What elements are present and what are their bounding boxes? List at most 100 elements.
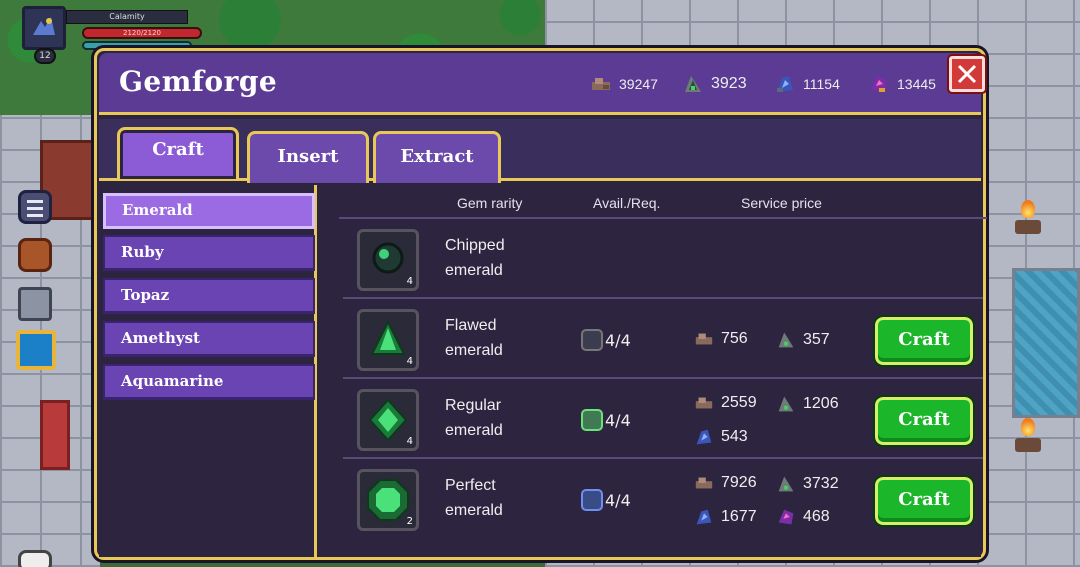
gem-slot[interactable]: 4 bbox=[357, 389, 419, 451]
craft-button[interactable]: Craft bbox=[873, 395, 975, 447]
currency-blue-shard: 11154 bbox=[773, 71, 840, 97]
price-ore-dust: 7926 bbox=[693, 473, 757, 493]
player-name: Calamity bbox=[66, 10, 188, 24]
price-value: 756 bbox=[721, 330, 748, 347]
header-gem-rarity: Gem rarity bbox=[457, 195, 523, 211]
gem-name-line2: emerald bbox=[445, 422, 503, 439]
inventory-chest-button[interactable] bbox=[18, 238, 52, 272]
requirement-value: 4/4 bbox=[605, 490, 631, 510]
gem-name: Chipped emerald bbox=[445, 233, 565, 283]
title-bar: Gemforge 39247 3923 11154 13445 bbox=[99, 53, 987, 115]
gem-name-line2: emerald bbox=[445, 342, 503, 359]
price-value: 2559 bbox=[721, 394, 757, 411]
price-value: 3732 bbox=[803, 475, 839, 492]
gem-slot[interactable]: 4 bbox=[357, 229, 419, 291]
green-shard-icon bbox=[778, 396, 794, 412]
gem-count: 2 bbox=[406, 516, 413, 527]
blue-shard-icon bbox=[696, 509, 712, 525]
tab-insert[interactable]: Insert bbox=[247, 131, 369, 183]
currency-value: 3923 bbox=[711, 75, 747, 92]
table-row: 4 Chipped emerald bbox=[343, 221, 983, 299]
craft-button[interactable]: Craft bbox=[873, 315, 975, 367]
player-avatar-icon bbox=[33, 17, 55, 35]
flawed-emerald-icon bbox=[581, 409, 603, 431]
gem-name: Regular emerald bbox=[445, 393, 565, 443]
header-service-price: Service price bbox=[741, 195, 822, 211]
requirement: 4/4 bbox=[581, 409, 631, 431]
gem-item-amethyst[interactable]: Amethyst bbox=[103, 321, 315, 357]
currency-green-shard: 3923 bbox=[681, 71, 747, 97]
player-level-badge: 12 bbox=[34, 48, 56, 64]
price-value: 543 bbox=[721, 428, 748, 445]
header-avail-req: Avail./Req. bbox=[593, 195, 661, 211]
ore-dust-icon bbox=[695, 397, 713, 409]
regular-emerald-icon bbox=[581, 489, 603, 511]
price-ore-dust: 2559 bbox=[693, 393, 757, 413]
tab-craft[interactable]: Craft bbox=[117, 127, 239, 179]
window-title: Gemforge bbox=[119, 65, 278, 98]
gem-slot[interactable]: 4 bbox=[357, 309, 419, 371]
gem-name-line1: Chipped bbox=[445, 237, 505, 254]
brazier-flame-icon bbox=[1015, 200, 1041, 240]
gem-name-line1: Regular bbox=[445, 397, 502, 414]
header-divider bbox=[339, 217, 987, 219]
price-green-shard: 357 bbox=[775, 329, 830, 351]
player-portrait[interactable] bbox=[22, 6, 66, 50]
price-value: 7926 bbox=[721, 474, 757, 491]
fountain-water bbox=[1012, 268, 1080, 418]
currency-ore-dust: 39247 bbox=[589, 71, 658, 97]
chipped-emerald-icon bbox=[581, 329, 603, 351]
main-menu-button[interactable] bbox=[18, 190, 52, 224]
requirement: 4/4 bbox=[581, 489, 631, 511]
price-value: 357 bbox=[803, 331, 830, 348]
currency-value: 39247 bbox=[619, 76, 658, 92]
gemforge-window: Gemforge 39247 3923 11154 13445 Craft In… bbox=[94, 48, 987, 560]
gem-name-line1: Flawed bbox=[445, 317, 497, 334]
ore-dust-icon bbox=[695, 477, 713, 489]
price-value: 1677 bbox=[721, 508, 757, 525]
gem-count: 4 bbox=[406, 436, 413, 447]
table-row: 4 Flawed emerald 4/4 756 357 Craft bbox=[343, 301, 983, 379]
quest-book-button[interactable] bbox=[16, 330, 56, 370]
chat-button[interactable] bbox=[18, 550, 52, 567]
requirement-value: 4/4 bbox=[605, 330, 631, 350]
table-row: 2 Perfect emerald 4/4 7926 3732 1677 468… bbox=[343, 461, 983, 539]
ore-dust-icon bbox=[695, 333, 713, 345]
gem-count: 4 bbox=[406, 276, 413, 287]
ore-dust-icon bbox=[592, 78, 610, 90]
close-button[interactable] bbox=[947, 54, 987, 94]
currency-purple-shard: 13445 bbox=[867, 71, 936, 97]
green-shard-icon bbox=[778, 332, 794, 348]
gem-item-topaz[interactable]: Topaz bbox=[103, 278, 315, 314]
gem-item-aquamarine[interactable]: Aquamarine bbox=[103, 364, 315, 400]
gem-name-line2: emerald bbox=[445, 262, 503, 279]
tab-extract[interactable]: Extract bbox=[373, 131, 501, 183]
green-shard-icon bbox=[778, 476, 794, 492]
carpet-prop bbox=[40, 400, 70, 470]
gem-name: Perfect emerald bbox=[445, 473, 565, 523]
price-purple-shard: 468 bbox=[775, 506, 830, 528]
gem-name-line1: Perfect bbox=[445, 477, 496, 494]
gem-name-line2: emerald bbox=[445, 502, 503, 519]
price-value: 468 bbox=[803, 508, 830, 525]
gem-name: Flawed emerald bbox=[445, 313, 565, 363]
purple-shard-icon bbox=[871, 76, 887, 92]
menu-icon bbox=[27, 200, 43, 203]
requirement: 4/4 bbox=[581, 329, 631, 351]
craft-button[interactable]: Craft bbox=[873, 475, 975, 527]
requirement-value: 4/4 bbox=[605, 410, 631, 430]
gem-type-list: Emerald Ruby Topaz Amethyst Aquamarine bbox=[99, 185, 317, 557]
gem-slot[interactable]: 2 bbox=[357, 469, 419, 531]
player-hp-bar: 2120/2120 bbox=[82, 27, 202, 39]
blue-shard-icon bbox=[777, 76, 793, 92]
brazier-flame-icon bbox=[1015, 418, 1041, 458]
price-green-shard: 3732 bbox=[775, 473, 839, 495]
gem-item-emerald[interactable]: Emerald bbox=[103, 193, 315, 229]
tab-bar: Craft Insert Extract bbox=[99, 119, 981, 183]
close-icon bbox=[957, 64, 977, 84]
equipment-armor-button[interactable] bbox=[18, 287, 52, 321]
price-blue-shard: 1677 bbox=[693, 506, 757, 528]
price-blue-shard: 543 bbox=[693, 426, 748, 448]
gem-item-ruby[interactable]: Ruby bbox=[103, 235, 315, 271]
craft-table: Gem rarity Avail./Req. Service price 4 C… bbox=[321, 185, 987, 557]
